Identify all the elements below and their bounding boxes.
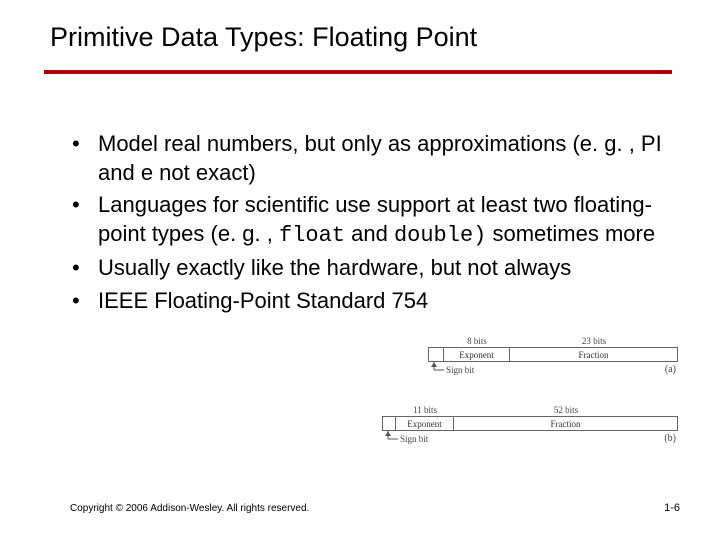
sign-label: Sign bit xyxy=(400,434,429,444)
code-float: float xyxy=(279,223,345,248)
bullet-item: IEEE Floating-Point Standard 754 xyxy=(70,287,670,316)
bullet-text: and xyxy=(345,221,394,246)
slide-body: Model real numbers, but only as approxim… xyxy=(70,130,670,320)
bullet-item: Usually exactly like the hardware, but n… xyxy=(70,254,670,283)
ieee754-figure: 8 bits 23 bits Exponent Fraction Sign bi… xyxy=(374,336,694,444)
exponent-cell: Exponent xyxy=(396,416,454,431)
fraction-cell: Fraction xyxy=(510,347,678,362)
sign-cell xyxy=(382,416,396,431)
bits-label-exp: 11 bits xyxy=(396,405,454,415)
slide: Primitive Data Types: Floating Point Mod… xyxy=(0,0,720,540)
bullet-text: Usually exactly like the hardware, but n… xyxy=(98,255,571,280)
code-double: double) xyxy=(394,223,486,248)
sign-label: Sign bit xyxy=(446,365,475,375)
slide-title: Primitive Data Types: Floating Point xyxy=(50,22,477,53)
bullet-item: Model real numbers, but only as approxim… xyxy=(70,130,670,187)
sign-cell xyxy=(428,347,444,362)
bits-label-exp: 8 bits xyxy=(444,336,510,346)
page-number: 1-6 xyxy=(664,502,680,514)
title-rule xyxy=(44,70,672,74)
fraction-cell: Fraction xyxy=(454,416,678,431)
ieee754-double: 11 bits 52 bits Exponent Fraction Sign b… xyxy=(382,405,678,444)
bullet-item: Languages for scientific use support at … xyxy=(70,191,670,250)
bullet-text: sometimes more xyxy=(486,221,655,246)
bullet-list: Model real numbers, but only as approxim… xyxy=(70,130,670,316)
sign-arrow: Sign bit xyxy=(376,431,436,449)
bullet-text: IEEE Floating-Point Standard 754 xyxy=(98,288,428,313)
exponent-cell: Exponent xyxy=(444,347,510,362)
copyright-footer: Copyright © 2006 Addison-Wesley. All rig… xyxy=(70,503,309,514)
sign-arrow: Sign bit xyxy=(420,362,480,380)
ieee754-single: 8 bits 23 bits Exponent Fraction Sign bi… xyxy=(428,336,678,375)
bits-label-frac: 23 bits xyxy=(510,336,678,346)
bits-label-frac: 52 bits xyxy=(454,405,678,415)
bullet-text: Model real numbers, but only as approxim… xyxy=(98,131,662,185)
